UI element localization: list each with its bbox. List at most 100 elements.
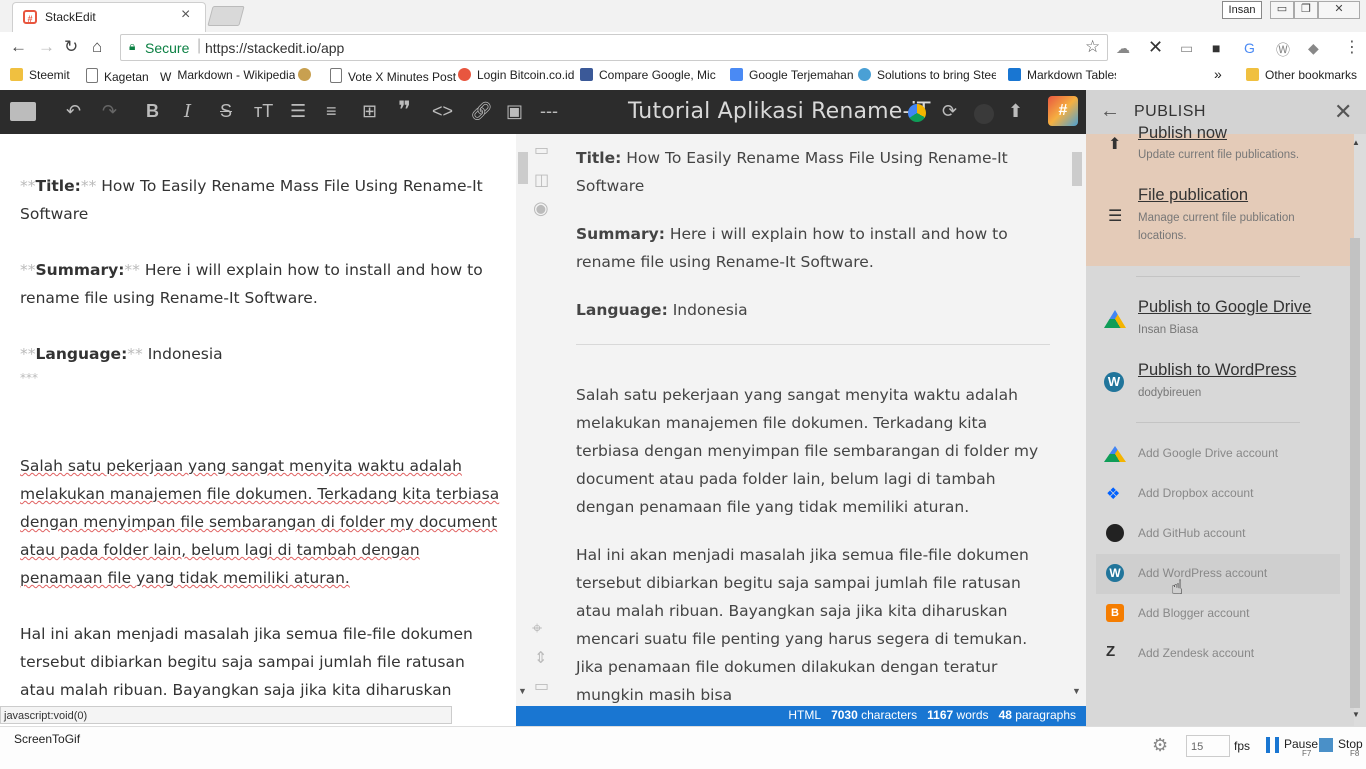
bookmark-markdown-tables[interactable]: Markdown Tables gener (1008, 68, 1116, 82)
fps-input[interactable]: 15 (1186, 735, 1230, 757)
tab-close-icon[interactable]: × (181, 6, 190, 24)
heading-icon[interactable]: ᴛT (254, 101, 273, 122)
bookmark-steemit[interactable]: Steemit (10, 68, 70, 82)
bold-icon[interactable]: B (146, 101, 159, 122)
image-icon[interactable]: ▣ (506, 101, 523, 122)
upload-icon: ⬆ (1108, 136, 1122, 153)
add-google-drive-account[interactable]: Add Google Drive account (1138, 446, 1278, 460)
reload-icon[interactable]: ↻ (64, 37, 78, 57)
panel-scroll-down-icon[interactable]: ▼ (1352, 710, 1360, 719)
close-panel-icon[interactable]: ✕ (1334, 99, 1352, 125)
bookmark-coin[interactable] (298, 68, 317, 82)
lock-icon: 🔒︎ (129, 39, 136, 53)
url-text[interactable]: https://stackedit.io/app (205, 40, 344, 56)
bookmark-compare-google[interactable]: Compare Google, Micro (580, 68, 716, 82)
back-arrow-icon[interactable]: ← (1100, 100, 1120, 123)
google-drive-icon (1104, 310, 1126, 328)
publish-wordpress-link[interactable]: Publish to WordPress (1138, 361, 1296, 380)
extension-shield-icon[interactable]: ◆ (1308, 40, 1319, 57)
laptop-icon[interactable]: ▭ (534, 676, 549, 696)
file-publication-link[interactable]: File publication (1138, 186, 1248, 205)
add-wordpress-account[interactable]: Add WordPress account (1138, 566, 1267, 580)
folder-icon (10, 68, 23, 81)
close-window-button[interactable]: ✕ (1318, 1, 1360, 19)
publish-upload-icon[interactable]: ⬆ (1008, 101, 1023, 122)
dropbox-icon: ❖ (1106, 486, 1121, 503)
other-bookmarks[interactable]: Other bookmarks (1246, 68, 1357, 82)
browser-menu-icon[interactable]: ⋮ (1344, 37, 1360, 57)
code-icon[interactable]: <> (432, 101, 453, 122)
more-icon[interactable]: --- (540, 101, 558, 122)
editor-scrollbar[interactable] (518, 152, 528, 184)
table-icon[interactable]: ⊞ (362, 101, 377, 122)
user-avatar[interactable] (974, 104, 994, 124)
split-view-icon[interactable]: ◫ (534, 170, 549, 190)
back-icon[interactable]: ← (10, 37, 27, 57)
preview-paragraph-2: Hal ini akan menjadi masalah jika semua … (576, 546, 1029, 704)
scroll-sync-icon[interactable]: ⇕ (534, 648, 547, 668)
panel-scroll-up-icon[interactable]: ▲ (1352, 138, 1360, 147)
zendesk-icon: Z (1106, 643, 1116, 660)
editor-paragraph-2: Hal ini akan menjadi masalah jika semua … (20, 625, 473, 699)
crosshair-icon[interactable]: ⌖ (532, 618, 542, 639)
side-by-side-icon[interactable]: ▭ (534, 140, 549, 160)
browser-tab-stackedit[interactable]: # StackEdit × (12, 2, 206, 33)
document-title[interactable]: Tutorial Aplikasi Rename-iT (628, 99, 931, 124)
preview-content: Title: How To Easily Rename Mass File Us… (576, 144, 1050, 706)
bookmark-solutions-steem[interactable]: Solutions to bring Steem (858, 68, 996, 82)
extension-hd-icon[interactable]: ▭ (1180, 40, 1193, 57)
bookmark-bitcoin[interactable]: Login Bitcoin.co.id (458, 68, 574, 82)
explorer-folder-icon[interactable] (10, 102, 36, 121)
address-bar[interactable]: 🔒︎ Secure | https://stackedit.io/app ☆ (120, 34, 1108, 61)
pause-icon[interactable] (1266, 737, 1279, 753)
stop-icon[interactable] (1319, 738, 1333, 752)
markdown-editor[interactable]: **Title:** How To Easily Rename Mass Fil… (0, 134, 516, 706)
editor-paragraph-1: Salah satu pekerjaan yang sangat menyita… (20, 457, 500, 587)
scroll-down-icon[interactable]: ▼ (518, 686, 527, 696)
bookmark-vote-x-minutes[interactable]: Vote X Minutes Post (330, 68, 456, 84)
strikethrough-icon[interactable]: S (220, 101, 232, 122)
blockquote-icon[interactable]: ❞ (398, 96, 411, 125)
add-blogger-account[interactable]: Add Blogger account (1138, 606, 1249, 620)
gear-icon[interactable]: ⚙ (1152, 735, 1168, 756)
steem-icon (858, 68, 871, 81)
profile-badge[interactable]: Insan (1222, 1, 1262, 19)
google-drive-sync-icon[interactable] (908, 104, 926, 122)
sync-icon[interactable]: ⟳ (942, 101, 957, 122)
publish-google-drive-link[interactable]: Publish to Google Drive (1138, 298, 1311, 317)
extension-x-icon[interactable]: ✕ (1148, 37, 1163, 58)
bookmark-kagetan[interactable]: Kagetan (86, 68, 149, 84)
add-zendesk-account[interactable]: Add Zendesk account (1138, 646, 1254, 660)
fps-label: fps (1234, 739, 1251, 753)
publish-now-link[interactable]: Publish now (1138, 124, 1227, 143)
panel-scrollbar-thumb[interactable] (1350, 238, 1360, 708)
preview-scrollbar[interactable] (1072, 152, 1082, 186)
bookmark-star-icon[interactable]: ☆ (1085, 37, 1100, 57)
github-icon (1106, 524, 1124, 542)
extension-wordpress-icon[interactable]: Ⓦ (1276, 40, 1290, 60)
italic-icon[interactable]: I (184, 101, 191, 122)
stackedit-menu-button[interactable]: # (1048, 96, 1078, 126)
home-icon[interactable]: ⌂ (92, 37, 102, 57)
add-dropbox-account[interactable]: Add Dropbox account (1138, 486, 1253, 500)
new-tab-button[interactable] (207, 6, 245, 26)
minimize-button[interactable]: ▭ (1270, 1, 1294, 19)
preview-eye-icon[interactable]: ◉ (533, 198, 549, 219)
preview-scroll-down-icon[interactable]: ▼ (1072, 686, 1081, 696)
maximize-button[interactable]: ❐ (1294, 1, 1318, 19)
url-separator: | (197, 37, 202, 54)
bookmark-google-terjemahan[interactable]: Google Terjemahan (730, 68, 854, 82)
extension-cloud-icon[interactable]: ☁ (1116, 40, 1130, 57)
extension-translate-icon[interactable]: G (1244, 40, 1255, 56)
redo-icon[interactable]: ↷ (102, 101, 117, 122)
editor-content[interactable]: **Title:** How To Easily Rename Mass Fil… (20, 172, 500, 706)
undo-icon[interactable]: ↶ (66, 101, 81, 122)
numbered-list-icon[interactable]: ≡ (326, 101, 337, 122)
add-github-account[interactable]: Add GitHub account (1138, 526, 1245, 540)
more-bookmarks-icon[interactable]: » (1214, 66, 1222, 82)
bullet-list-icon[interactable]: ☰ (290, 101, 306, 122)
extension-dark-icon[interactable]: ■ (1212, 40, 1220, 56)
bookmark-markdown-wikipedia[interactable]: W Markdown - Wikipedia (160, 68, 295, 83)
forward-icon[interactable]: → (38, 37, 55, 57)
link-icon[interactable]: 🔗︎ (470, 101, 493, 122)
